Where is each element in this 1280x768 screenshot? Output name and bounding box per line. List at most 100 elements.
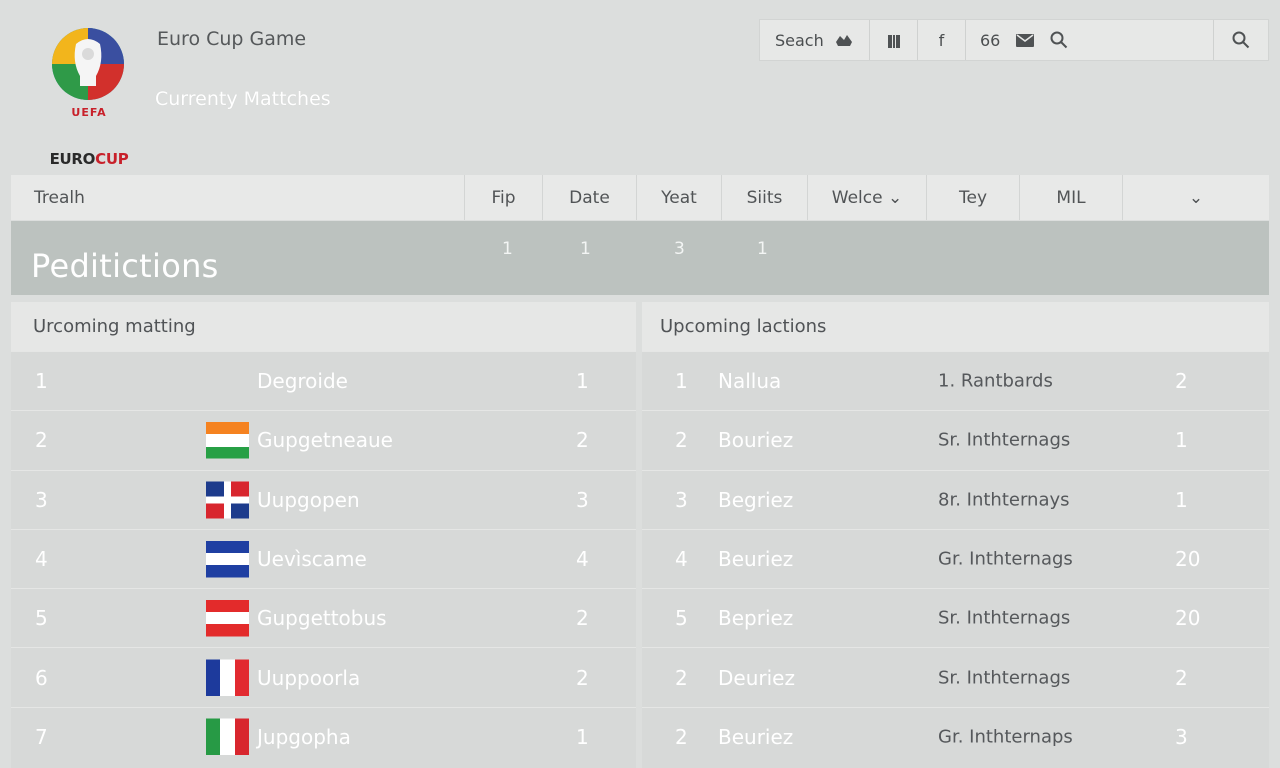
location-name: Bouriez [718, 428, 794, 453]
row-rank: 6 [35, 665, 48, 690]
column-header-first[interactable]: Trealh [11, 175, 464, 220]
chevron-down-icon[interactable]: ⌄ [1122, 175, 1269, 220]
app-title: Euro Cup Game [157, 28, 307, 50]
column-header[interactable]: MIL [1019, 175, 1122, 220]
banner-count: 1 [580, 239, 591, 259]
team-name: Jupgopha [257, 724, 351, 749]
notification-count[interactable]: 66 [980, 31, 1000, 50]
uefa-label: UEFA [71, 106, 107, 119]
facebook-button[interactable]: f [918, 20, 966, 60]
team-name: Uevìscame [257, 547, 367, 572]
bookmark-icon [887, 32, 900, 48]
table-row[interactable]: 5 Bepriez Sr. Inthternags 20 [642, 588, 1269, 647]
location-detail: Sr. Inthternags [938, 667, 1071, 689]
search-label: Seach [775, 30, 824, 50]
table-row[interactable]: 2 Gupgetneaue 2 [11, 410, 636, 469]
table-row[interactable]: 4 Uevìscame 4 [11, 528, 636, 588]
row-rank: 2 [675, 724, 688, 749]
banner-count: 1 [757, 239, 768, 259]
table-row[interactable]: 1 Degroide 1 [11, 351, 636, 410]
team-score: 1 [576, 369, 589, 394]
panel-title: Upcoming lactions [642, 302, 1269, 351]
location-name: Beuriez [718, 724, 794, 749]
row-rank: 7 [35, 724, 48, 749]
location-detail: Sr. Inthternags [938, 607, 1071, 629]
top-toolbar: Seach f 66 [759, 19, 1269, 61]
column-header[interactable]: Tey [926, 175, 1019, 220]
table-row[interactable]: 3 Uupgopen 3 [11, 469, 636, 529]
trophy-emblem-icon [52, 28, 124, 100]
table-row[interactable]: 3 Begriez 8r. Inthternays 1 [642, 469, 1269, 529]
table-row[interactable]: 7 Jupgopha 1 [11, 706, 636, 766]
team-flag-icon [206, 599, 249, 637]
team-score: 2 [576, 665, 589, 690]
location-value: 1 [1175, 487, 1188, 512]
bookmark-button[interactable] [870, 20, 918, 60]
location-name: Begriez [718, 487, 794, 512]
team-flag-icon [206, 659, 249, 697]
column-header[interactable]: Fip [464, 175, 542, 220]
upcoming-locations-panel: Upcoming lactions 1 Nallua 1. Rantbards … [642, 302, 1269, 768]
search-icon[interactable] [1050, 31, 1068, 49]
row-rank: 1 [35, 369, 48, 394]
row-rank: 2 [675, 428, 688, 453]
column-header[interactable]: Siits [721, 175, 807, 220]
row-rank: 3 [35, 487, 48, 512]
table-row[interactable]: 4 Beuriez Gr. Inthternags 20 [642, 528, 1269, 588]
location-detail: 1. Rantbards [938, 370, 1053, 392]
row-rank: 4 [35, 547, 48, 572]
column-header-bar: Trealh Fip Date Yeat Siits Welce ⌄ Tey M… [11, 175, 1269, 220]
table-row[interactable]: 2 Beuriez Gr. Inthternaps 3 [642, 706, 1269, 766]
eurocup-logo[interactable]: UEFA EUROCUP [44, 22, 134, 168]
panel-title: Urcoming matting [11, 302, 636, 351]
team-name: Gupgettobus [257, 606, 387, 631]
location-value: 3 [1175, 724, 1188, 749]
search-icon [1232, 31, 1250, 49]
location-detail: Gr. Inthternags [938, 548, 1073, 570]
table-row[interactable]: 5 Gupgettobus 2 [11, 588, 636, 647]
column-header-dropdown[interactable]: Welce ⌄ [807, 175, 926, 220]
team-name: Degroide [257, 369, 348, 394]
eurocup-wordmark: EUROCUP [49, 150, 129, 168]
table-row[interactable]: 2 Deuriez Sr. Inthternags 2 [642, 647, 1269, 706]
team-flag-icon [206, 481, 249, 519]
mail-icon[interactable] [1016, 33, 1035, 47]
row-rank: 3 [675, 487, 688, 512]
location-value: 1 [1175, 428, 1188, 453]
upcoming-matches-panel: Urcoming matting 1 Degroide 1 2 Gupgetne… [11, 302, 636, 768]
location-value: 2 [1175, 369, 1188, 394]
location-name: Nallua [718, 369, 782, 394]
row-rank: 4 [675, 547, 688, 572]
banner-count: 1 [502, 239, 513, 259]
team-flag-icon [206, 540, 249, 578]
team-score: 1 [576, 724, 589, 749]
team-score: 4 [576, 547, 589, 572]
predictions-banner: Peditictions 1 1 3 1 [11, 221, 1269, 295]
page-subtitle: Currenty Mattches [155, 88, 331, 110]
table-row[interactable]: 6 Uuppoorla 2 [11, 647, 636, 706]
search-button[interactable] [1214, 20, 1268, 60]
team-score: 2 [576, 606, 589, 631]
location-detail: Gr. Inthternaps [938, 726, 1073, 748]
team-flag-icon [206, 421, 249, 459]
column-header[interactable]: Date [542, 175, 636, 220]
team-name: Uupgopen [257, 487, 360, 512]
location-value: 20 [1175, 606, 1201, 631]
column-header[interactable]: Yeat [636, 175, 721, 220]
row-rank: 2 [35, 428, 48, 453]
cloud-icon[interactable] [834, 32, 854, 48]
locations-list: 1 Nallua 1. Rantbards 2 2 Bouriez Sr. In… [642, 351, 1269, 766]
table-row[interactable]: 1 Nallua 1. Rantbards 2 [642, 351, 1269, 410]
location-detail: Sr. Inthternags [938, 429, 1071, 451]
search-area[interactable]: Seach [760, 20, 870, 60]
team-score: 3 [576, 487, 589, 512]
row-rank: 5 [675, 606, 688, 631]
notification-group: 66 [966, 20, 1214, 60]
team-score: 2 [576, 428, 589, 453]
table-row[interactable]: 2 Bouriez Sr. Inthternags 1 [642, 410, 1269, 469]
team-flag-icon [206, 718, 249, 756]
row-rank: 2 [675, 665, 688, 690]
location-name: Deuriez [718, 665, 795, 690]
banner-title: Peditictions [31, 247, 219, 285]
team-name: Gupgetneaue [257, 428, 393, 453]
